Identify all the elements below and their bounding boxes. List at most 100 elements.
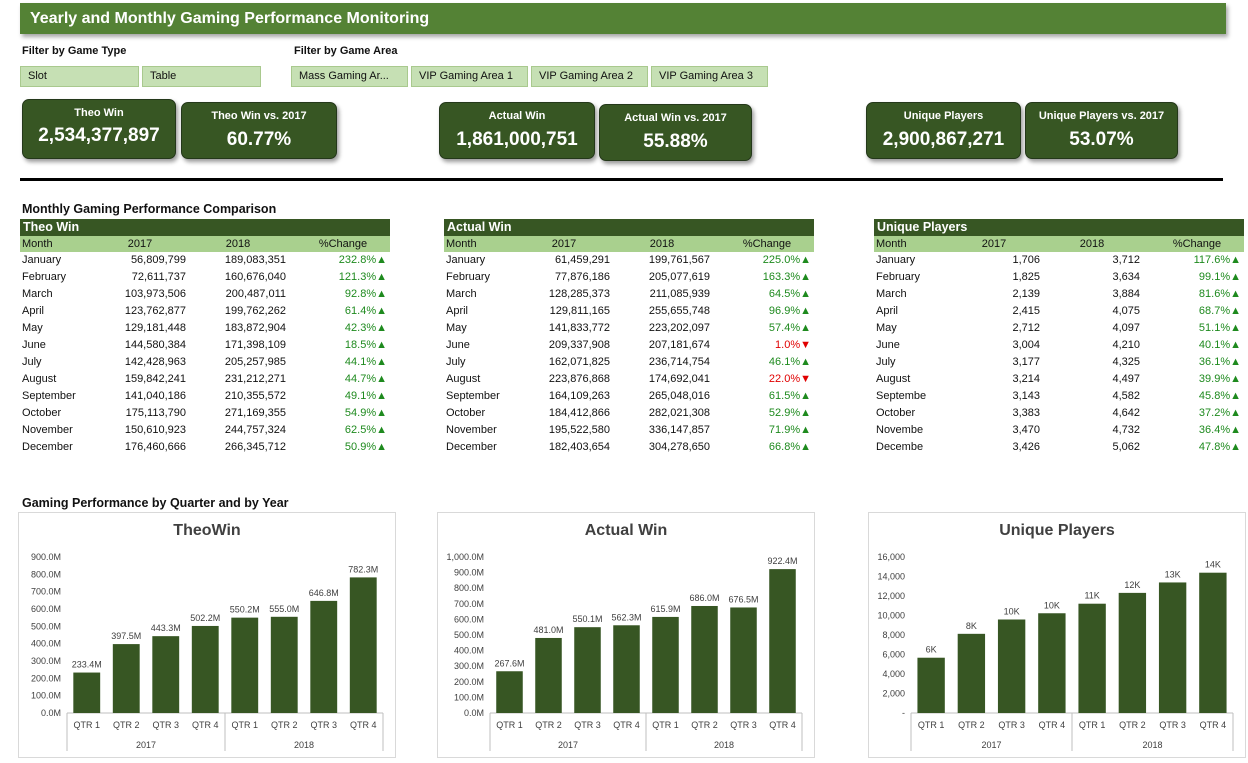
slicer-game-area-vip-3[interactable]: VIP Gaming Area 3 xyxy=(651,66,768,87)
cell-2018: 4,075 xyxy=(1112,305,1140,317)
y-tick-label: 200.0M xyxy=(454,677,484,687)
x-tick-label: QTR 2 xyxy=(535,720,562,730)
cell-change: 68.7%▲ xyxy=(1140,303,1241,320)
table-theo-win: Theo Win Month 2017 2018 %Change January… xyxy=(20,219,390,456)
cell-change: 40.1%▲ xyxy=(1140,337,1241,354)
bar-data-label: 397.5M xyxy=(111,631,141,641)
x-tick-label: QTR 4 xyxy=(192,720,219,730)
cell-2018: 205,077,619 xyxy=(648,271,710,283)
cell-2018: 4,732 xyxy=(1112,424,1140,436)
dashboard-title: Yearly and Monthly Gaming Performance Mo… xyxy=(20,3,1226,34)
arrow-up-icon: ▲ xyxy=(800,390,811,402)
col-header-month: Month xyxy=(446,238,477,250)
cell-month: August xyxy=(22,373,57,385)
cell-2018: 336,147,857 xyxy=(648,424,710,436)
cell-month: October xyxy=(876,407,916,419)
y-tick-label: 900.0M xyxy=(454,568,484,578)
slicer-game-area-mass[interactable]: Mass Gaming Ar... xyxy=(291,66,408,87)
arrow-up-icon: ▲ xyxy=(800,288,811,300)
arrow-up-icon: ▲ xyxy=(1230,356,1241,368)
cell-2018: 3,712 xyxy=(1112,254,1140,266)
kpi-unique-players: Unique Players 2,900,867,271 xyxy=(866,102,1021,159)
change-value: 18.5% xyxy=(344,339,377,351)
arrow-down-icon: ▼ xyxy=(800,339,811,351)
cell-2018: 174,692,041 xyxy=(648,373,710,385)
cell-change: 92.8%▲ xyxy=(286,286,387,303)
bar xyxy=(691,605,718,713)
table-row: October 184,412,866 282,021,308 52.9%▲ xyxy=(444,405,814,422)
table-row: December 176,460,666 266,345,712 50.9%▲ xyxy=(20,439,390,456)
bar-data-label: 922.4M xyxy=(767,556,797,566)
bar-data-label: 555.0M xyxy=(269,604,299,614)
cell-2018: 210,355,572 xyxy=(224,390,286,402)
arrow-up-icon: ▲ xyxy=(376,407,387,419)
table-unique-players: Unique Players Month 2017 2018 %Change J… xyxy=(874,219,1244,456)
change-value: 49.1% xyxy=(344,390,377,402)
y-tick-label: 200.0M xyxy=(31,673,61,683)
change-value: 225.0% xyxy=(762,254,801,266)
x-tick-label: QTR 1 xyxy=(231,720,258,730)
col-header-2018: 2018 xyxy=(225,238,251,250)
y-tick-label: 100.0M xyxy=(31,691,61,701)
cell-2017: 72,611,737 xyxy=(131,271,186,283)
cell-2018: 183,872,904 xyxy=(224,322,286,334)
bar-data-label: 14K xyxy=(1205,560,1221,570)
kpi-actual-win: Actual Win 1,861,000,751 xyxy=(439,102,595,159)
cell-change: 232.8%▲ xyxy=(286,252,387,269)
x-tick-label: QTR 1 xyxy=(1079,720,1106,730)
arrow-up-icon: ▲ xyxy=(1230,373,1241,385)
chart-unique-players: Unique Players -2,000 4,000 6,000 8,000 10,0… xyxy=(868,512,1246,758)
cell-2018: 4,497 xyxy=(1112,373,1140,385)
change-value: 22.0% xyxy=(768,373,801,385)
cell-2018: 4,210 xyxy=(1112,339,1140,351)
bar xyxy=(1078,603,1106,713)
cell-month: October xyxy=(446,407,486,419)
kpi-theo-win: Theo Win 2,534,377,897 xyxy=(22,99,176,159)
cell-2017: 162,071,825 xyxy=(548,356,610,368)
cell-2018: 4,097 xyxy=(1112,322,1140,334)
cell-2017: 56,809,799 xyxy=(130,254,186,266)
cell-month: July xyxy=(446,356,466,368)
cell-2017: 129,811,165 xyxy=(549,305,610,317)
table-row: November 150,610,923 244,757,324 62.5%▲ xyxy=(20,422,390,439)
cell-month: July xyxy=(876,356,896,368)
cell-2018: 3,634 xyxy=(1112,271,1140,283)
chart-plot: 0.0M 100.0M 200.0M 300.0M 400.0M 500.0M 600.0M… xyxy=(446,552,803,751)
y-tick-label: 500.0M xyxy=(454,630,484,640)
cell-2018: 255,655,748 xyxy=(648,305,710,317)
bar-data-label: 443.3M xyxy=(151,623,181,633)
table-row: June 3,004 4,210 40.1%▲ xyxy=(874,337,1244,354)
table-row: January 61,459,291 199,761,567 225.0%▲ xyxy=(444,252,814,269)
cell-month: April xyxy=(446,305,469,317)
cell-2017: 209,337,908 xyxy=(548,339,610,351)
arrow-up-icon: ▲ xyxy=(800,424,811,436)
bar xyxy=(613,625,640,713)
slicer-game-area-vip-2[interactable]: VIP Gaming Area 2 xyxy=(531,66,648,87)
x-tick-label: QTR 2 xyxy=(958,720,985,730)
kpi-title: Unique Players vs. 2017 xyxy=(1038,110,1165,122)
y-tick-label: 900.0M xyxy=(31,552,61,562)
arrow-up-icon: ▲ xyxy=(1230,322,1241,334)
cell-2018: 199,761,567 xyxy=(648,254,710,266)
cell-month: April xyxy=(876,305,899,317)
slicer-game-type-table[interactable]: Table xyxy=(142,66,261,87)
slicer-game-area-vip-1[interactable]: VIP Gaming Area 1 xyxy=(411,66,528,87)
kpi-title: Theo Win vs. 2017 xyxy=(211,110,307,122)
table-row: April 2,415 4,075 68.7%▲ xyxy=(874,303,1244,320)
arrow-up-icon: ▲ xyxy=(376,305,387,317)
arrow-up-icon: ▲ xyxy=(1230,339,1241,351)
cell-month: March xyxy=(876,288,907,300)
y-tick-label: 800.0M xyxy=(454,583,484,593)
chart-plot: - 2,000 4,000 6,000 8,000 10,000 12,000 14,000 1… xyxy=(877,552,1234,751)
bar-data-label: 6K xyxy=(926,645,937,655)
arrow-up-icon: ▲ xyxy=(376,288,387,300)
x-tick-label: QTR 1 xyxy=(652,720,679,730)
table-row: August 3,214 4,497 39.9%▲ xyxy=(874,371,1244,388)
slicer-game-type-slot[interactable]: Slot xyxy=(20,66,139,87)
x-tick-label: QTR 4 xyxy=(1200,720,1227,730)
cell-change: 96.9%▲ xyxy=(710,303,811,320)
arrow-up-icon: ▲ xyxy=(800,407,811,419)
change-value: 57.4% xyxy=(768,322,801,334)
kpi-theo-win-vs-2017: Theo Win vs. 2017 60.77% xyxy=(181,102,337,159)
kpi-unique-players-vs-2017: Unique Players vs. 2017 53.07% xyxy=(1025,102,1178,159)
